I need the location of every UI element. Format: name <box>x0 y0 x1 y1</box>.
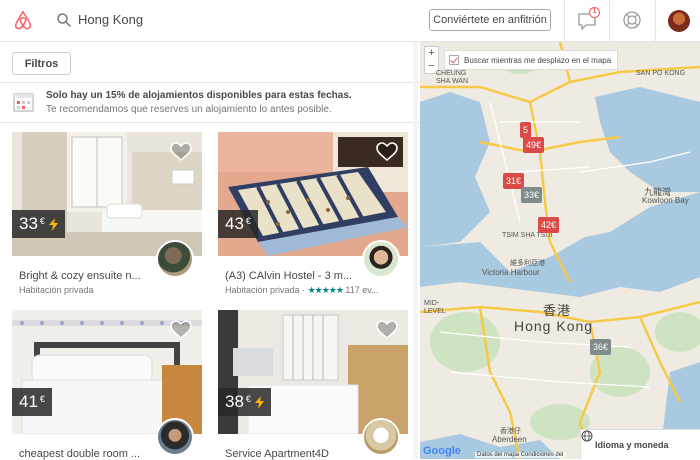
globe-icon <box>581 430 593 442</box>
checkbox-checked-icon[interactable] <box>449 55 459 65</box>
listings-panel: Filtros Solo hay un 15% de alojamientos … <box>0 42 420 460</box>
map-price-pin[interactable]: 36€ <box>590 339 612 355</box>
divider <box>0 82 420 83</box>
divider <box>0 122 420 123</box>
listing-card[interactable]: 43 € (A3) CAlvin Hostel - 3 m... Habitac… <box>218 132 408 302</box>
calendar-icon <box>13 93 34 112</box>
instant-book-bolt-icon <box>254 395 264 409</box>
help-lifebuoy-icon[interactable] <box>622 10 642 30</box>
map-place-label: CHEUNG SHA WAN <box>436 70 469 85</box>
rating-stars: ★★★★★ <box>307 285 344 295</box>
airbnb-logo-icon[interactable] <box>12 9 34 31</box>
zoom-in-button[interactable]: + <box>425 47 438 60</box>
listing-room-type: Habitación privada <box>19 285 94 295</box>
city-label-cn: 香港 <box>543 303 572 318</box>
map-place-label: Aberdeen <box>492 435 527 444</box>
google-logo[interactable]: Google <box>423 445 461 457</box>
header-divider <box>609 0 610 42</box>
listing-title[interactable]: Bright & cozy ensuite n... <box>19 270 159 282</box>
price-value: 33 <box>19 214 38 233</box>
listings-scrollbar[interactable] <box>413 42 418 459</box>
map-attribution[interactable]: Datos del mapa Condiciones del <box>475 452 566 458</box>
header-divider <box>655 0 656 42</box>
city-label: Hong Kong <box>514 318 594 334</box>
price-value: 41 <box>19 392 38 411</box>
listing-title[interactable]: cheapest double room ... <box>19 448 159 460</box>
listing-card[interactable]: 41 € cheapest double room ... <box>12 310 202 460</box>
search-icon <box>57 13 72 28</box>
price-value: 38 <box>225 392 244 411</box>
map-price-pin[interactable]: 49€ <box>523 137 545 153</box>
listing-card[interactable]: 33 € Bright & cozy ensuite n... Habitaci… <box>12 132 202 302</box>
search-while-moving-toggle[interactable]: Buscar mientras me desplazo en el mapa <box>444 50 619 70</box>
instant-book-bolt-icon <box>48 217 58 231</box>
price-tag: 38 € <box>218 388 271 416</box>
favorite-heart-icon[interactable] <box>376 142 398 162</box>
price-tag: 41 € <box>12 388 52 416</box>
price-currency: € <box>39 394 45 404</box>
map-price-pin[interactable]: 42€ <box>538 217 560 233</box>
notice-subtitle: Te recomendamos que reserves un alojamie… <box>46 104 332 115</box>
listing-room-type: Habitación privada · ★★★★★ 117 ev... <box>225 285 379 296</box>
map-canvas[interactable] <box>420 42 700 459</box>
favorite-heart-icon[interactable] <box>376 320 398 340</box>
listing-title[interactable]: (A3) CAlvin Hostel - 3 m... <box>225 270 365 282</box>
map-place-label: TSIM SHA TSUI <box>502 232 553 239</box>
become-host-button[interactable]: Conviértete en anfitrión <box>429 9 551 31</box>
header-divider <box>564 0 565 42</box>
price-currency: € <box>39 216 45 226</box>
price-currency: € <box>245 394 251 404</box>
user-avatar[interactable] <box>668 10 690 32</box>
map-place-label: 維多利亞港 <box>510 260 545 267</box>
room-type-text: Habitación privada · <box>225 285 306 295</box>
map-price-pin[interactable]: 5 <box>520 122 532 138</box>
message-count-badge: 1 <box>589 7 600 18</box>
listing-title[interactable]: Service Apartment4D <box>225 448 365 460</box>
top-header: Hong Kong Conviértete en anfitrión 1 <box>0 0 700 42</box>
map-panel[interactable]: + − Buscar mientras me desplazo en el ma… <box>420 42 700 459</box>
host-avatar[interactable] <box>156 240 194 278</box>
search-while-moving-label: Buscar mientras me desplazo en el mapa <box>464 55 612 65</box>
map-place-label: SAN PO KONG <box>636 70 686 77</box>
listing-card[interactable]: 38 € Service Apartment4D <box>218 310 408 460</box>
price-tag: 43 € <box>218 210 258 238</box>
favorite-heart-icon[interactable] <box>170 320 192 340</box>
price-value: 43 <box>225 214 244 233</box>
host-avatar[interactable] <box>362 418 400 456</box>
map-price-pin[interactable]: 33€ <box>521 187 543 203</box>
map-place-label: Kowloon Bay <box>642 196 689 205</box>
price-currency: € <box>245 216 251 226</box>
availability-notice: Solo hay un 15% de alojamientos disponib… <box>12 88 407 118</box>
host-avatar[interactable] <box>362 240 400 278</box>
price-tag: 33 € <box>12 210 65 238</box>
favorite-heart-icon[interactable] <box>170 142 192 162</box>
notice-title: Solo hay un 15% de alojamientos disponib… <box>46 90 352 101</box>
review-count: 117 ev... <box>345 285 379 295</box>
language-currency-button[interactable]: Idioma y moneda <box>580 429 700 459</box>
map-place-label: MID- LEVEL <box>424 300 446 315</box>
language-currency-label: Idioma y moneda <box>595 439 669 450</box>
host-avatar[interactable] <box>156 418 194 456</box>
filters-button[interactable]: Filtros <box>12 52 71 75</box>
map-place-label: Victoria Harbour <box>482 268 540 277</box>
search-input[interactable]: Hong Kong <box>78 12 378 27</box>
